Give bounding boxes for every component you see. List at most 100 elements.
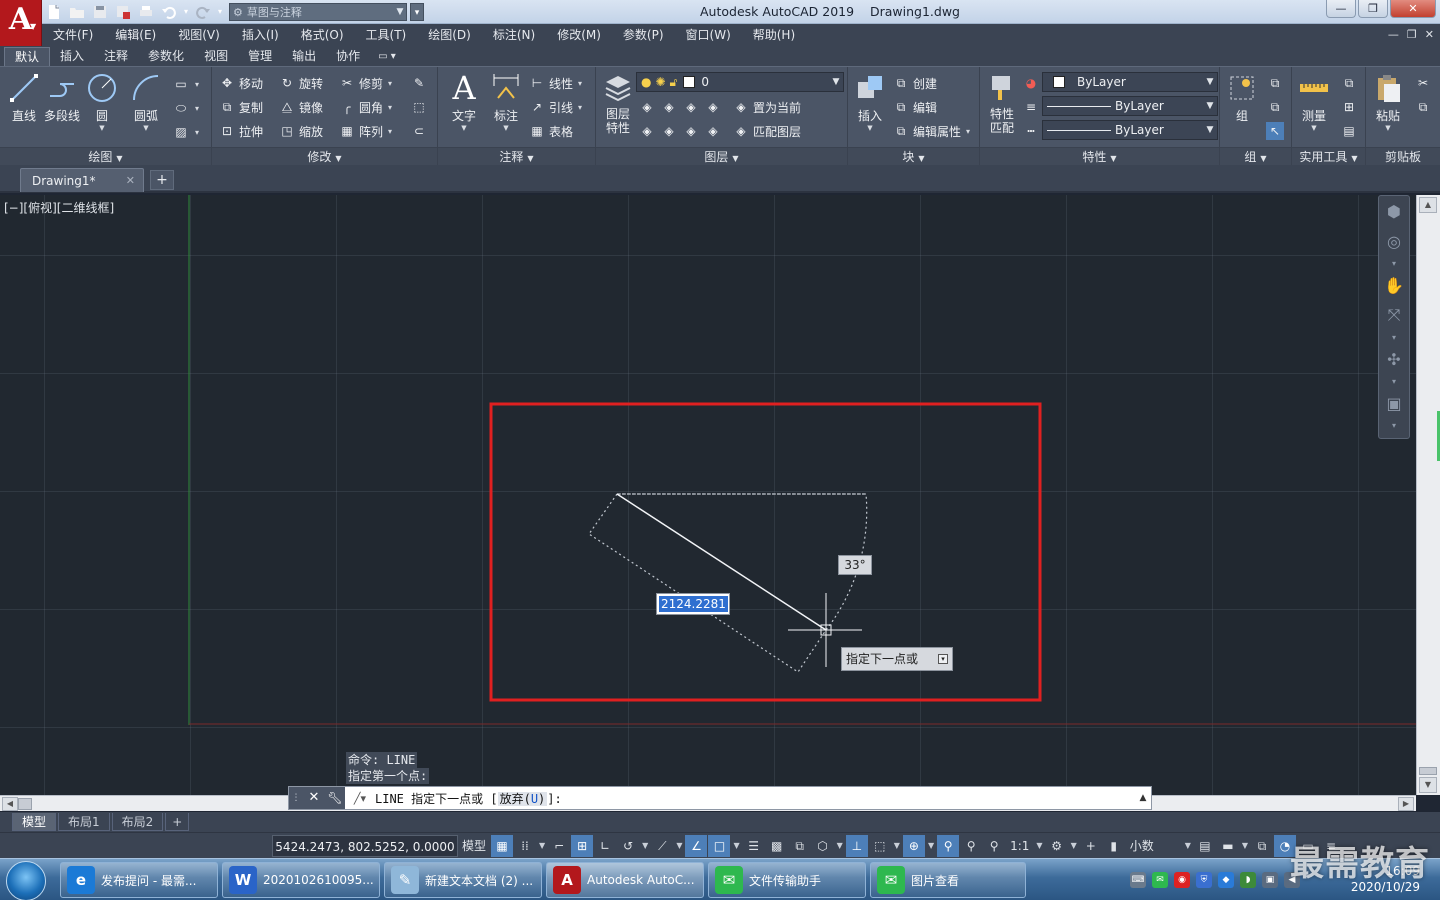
- undo-option[interactable]: 放弃(U): [497, 791, 548, 806]
- calculator-button[interactable]: ▤: [1340, 120, 1358, 142]
- tab-parametric[interactable]: 参数化: [138, 47, 194, 66]
- taskbar-item-image-viewer[interactable]: ✉ 图片查看: [870, 862, 1026, 898]
- units-value[interactable]: 小数: [1126, 835, 1182, 857]
- transparency-icon[interactable]: ▩: [766, 835, 788, 857]
- dynamic-ucs-icon[interactable]: ⊥: [845, 835, 868, 857]
- rectangle-button[interactable]: ▭ ▾: [172, 73, 199, 95]
- tab-model[interactable]: 模型: [12, 813, 57, 831]
- color-combo[interactable]: ByLayer ▼: [1042, 72, 1218, 92]
- erase-button[interactable]: ✎: [410, 72, 428, 94]
- chevron-down-icon[interactable]: ▼: [926, 835, 936, 857]
- text-button[interactable]: A 文字 ▼: [442, 69, 486, 132]
- menu-edit[interactable]: 编辑(E): [104, 24, 167, 46]
- insert-block-button[interactable]: 插入 ▼: [848, 71, 892, 132]
- menu-help[interactable]: 帮助(H): [742, 24, 806, 46]
- layer-freeze-button[interactable]: ◈: [682, 96, 700, 118]
- modify-panel-title[interactable]: 修改 ▼: [212, 147, 437, 165]
- lineweight-toggle-icon[interactable]: ☰: [743, 835, 765, 857]
- group-edit-button[interactable]: ⧉: [1266, 96, 1284, 118]
- box-icon[interactable]: ◆: [1218, 872, 1234, 888]
- command-prompt-text[interactable]: LINE 指定下一点或 [放弃(U)]:: [375, 790, 562, 807]
- chevron-down-icon[interactable]: ▾: [1379, 256, 1409, 270]
- tab-output[interactable]: 输出: [282, 47, 326, 66]
- showmotion-icon[interactable]: ▣: [1379, 388, 1409, 418]
- vertical-scrollbar[interactable]: ▲ ▼: [1416, 195, 1440, 795]
- tab-manage[interactable]: 管理: [238, 47, 282, 66]
- offset-button[interactable]: ⊂: [410, 120, 428, 142]
- menu-tools[interactable]: 工具(T): [355, 24, 418, 46]
- tab-layout1[interactable]: 布局1: [58, 813, 110, 831]
- arc-button[interactable]: 圆弧 ▼: [124, 71, 168, 132]
- horizontal-scroll-thumb[interactable]: [18, 798, 32, 810]
- draw-panel-title[interactable]: 绘图 ▼: [0, 147, 211, 165]
- units-icon[interactable]: ▮: [1103, 835, 1125, 857]
- menu-parametric[interactable]: 参数(P): [612, 24, 675, 46]
- annotation-monitor-icon[interactable]: +: [1080, 835, 1102, 857]
- object-snap-tracking-icon[interactable]: ∠: [685, 835, 708, 857]
- paste-button[interactable]: 粘贴 ▼: [1366, 71, 1410, 132]
- linetype-combo[interactable]: ByLayer ▼: [1042, 120, 1218, 140]
- ungroup-button[interactable]: ⧉: [1266, 72, 1284, 94]
- menu-draw[interactable]: 绘图(D): [417, 24, 482, 46]
- measure-button[interactable]: 测量 ▼: [1292, 71, 1336, 132]
- create-block-button[interactable]: ⧉ 创建: [892, 72, 937, 94]
- layer-unlock-button[interactable]: ◈: [704, 120, 722, 142]
- chevron-down-icon[interactable]: ▼: [1034, 835, 1044, 857]
- network-icon[interactable]: ▣: [1262, 872, 1278, 888]
- array-button[interactable]: ▦ 阵列 ▾: [338, 120, 392, 142]
- redo-dropdown-icon[interactable]: ▾: [216, 3, 224, 21]
- chevron-down-icon[interactable]: ▼: [1183, 835, 1193, 857]
- nvidia-icon[interactable]: ◗: [1240, 872, 1256, 888]
- fillet-button[interactable]: ╭ 圆角 ▾: [338, 96, 392, 118]
- annotation-scale-icon[interactable]: ⚲: [983, 835, 1005, 857]
- selection-filter-icon[interactable]: ⬚: [869, 835, 891, 857]
- quick-select-button[interactable]: ⧉: [1340, 72, 1358, 94]
- menu-insert[interactable]: 插入(I): [231, 24, 290, 46]
- polar-tracking-icon[interactable]: ↺: [617, 835, 639, 857]
- selection-cycling-icon[interactable]: ⧉: [789, 835, 811, 857]
- select-all-button[interactable]: ⊞: [1340, 96, 1358, 118]
- redo-icon[interactable]: [193, 3, 213, 21]
- workspace-gear-icon[interactable]: ⚙: [1046, 835, 1068, 857]
- stretch-button[interactable]: ⊡ 拉伸: [218, 120, 263, 142]
- antivirus-icon[interactable]: ◉: [1174, 872, 1190, 888]
- chevron-down-icon[interactable]: ▼: [731, 835, 741, 857]
- quick-properties-icon[interactable]: ▤: [1194, 835, 1216, 857]
- doc-close-icon[interactable]: ✕: [1425, 24, 1434, 46]
- open-folder-icon[interactable]: [67, 3, 87, 21]
- add-layout-button[interactable]: +: [165, 813, 190, 831]
- menu-format[interactable]: 格式(O): [290, 24, 355, 46]
- maximize-button[interactable]: ❐: [1358, 0, 1388, 18]
- viewcube-icon[interactable]: ⬢: [1379, 196, 1409, 226]
- lock-ui-icon[interactable]: ▬: [1217, 835, 1239, 857]
- snap-icon[interactable]: ⁞⁞: [514, 835, 536, 857]
- hatch-button[interactable]: ▨ ▾: [172, 121, 199, 143]
- taskbar-item-wechat-transfer[interactable]: ✉ 文件传输助手: [708, 862, 866, 898]
- taskbar-item-doc[interactable]: W 2020102610095...: [222, 862, 380, 898]
- color-wheel-button[interactable]: ◕: [1022, 72, 1040, 94]
- trim-button[interactable]: ✂ 修剪 ▾: [338, 72, 392, 94]
- save-icon[interactable]: [90, 3, 110, 21]
- undo-icon[interactable]: [159, 3, 179, 21]
- wechat-tray-icon[interactable]: ✉: [1152, 872, 1168, 888]
- chevron-down-icon[interactable]: ▼: [1069, 835, 1079, 857]
- chevron-down-icon[interactable]: ▼: [640, 835, 650, 857]
- group-select-button[interactable]: ↖: [1266, 120, 1284, 142]
- scroll-thumb[interactable]: [1419, 767, 1437, 775]
- cut-button[interactable]: ✂: [1414, 72, 1432, 94]
- ellipse-button[interactable]: ⬭ ▾: [172, 97, 199, 119]
- drawing-canvas[interactable]: [−][俯视][二维线框] 33° 2124.2281 指定下一点或 ▾ ⬢ ◎…: [0, 195, 1416, 795]
- lineweight-icon-button[interactable]: ≡: [1022, 96, 1040, 118]
- grip-handle-icon[interactable]: ⋮: [289, 787, 303, 809]
- rotate-button[interactable]: ↻ 旋转: [278, 72, 323, 94]
- menu-file[interactable]: 文件(F): [42, 24, 104, 46]
- chevron-down-icon[interactable]: ▾: [1379, 374, 1409, 388]
- doc-restore-icon[interactable]: ❐: [1407, 24, 1417, 46]
- auto-scale-icon[interactable]: ⚲: [960, 835, 982, 857]
- taskbar-item-autocad[interactable]: A Autodesk AutoC...: [546, 862, 704, 898]
- menu-modify[interactable]: 修改(M): [546, 24, 612, 46]
- print-icon[interactable]: [136, 3, 156, 21]
- shield-icon[interactable]: ⛨: [1196, 872, 1212, 888]
- dropdown-arrow-icon[interactable]: ▾: [938, 654, 948, 664]
- copy-clip-button[interactable]: ⧉: [1414, 96, 1432, 118]
